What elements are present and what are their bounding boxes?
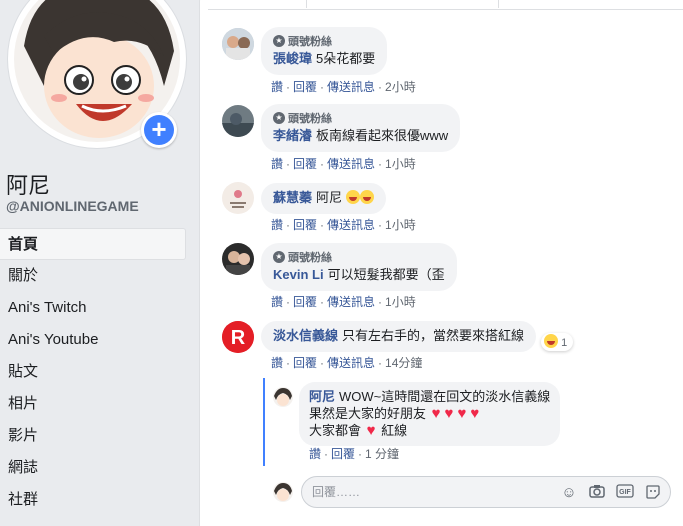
commenter-avatar[interactable] (222, 105, 254, 137)
like-link[interactable]: 讚 (271, 295, 283, 309)
post-action-bar (208, 0, 683, 10)
top-fan-badge: ★ 頭號粉絲 (273, 111, 448, 125)
comment-actions: 讚 · 回覆 · 傳送訊息 · 1小時 (271, 295, 416, 309)
top-fan-badge: ★ 頭號粉絲 (273, 250, 445, 264)
heart-icon: ♥ (366, 422, 376, 439)
comment-timestamp[interactable]: 1小時 (385, 218, 416, 232)
heart-icon: ♥ (444, 405, 454, 422)
comment-text: 板南線看起來很優www (316, 128, 449, 143)
reply-link[interactable]: 回覆 (293, 80, 317, 94)
comment-bubble: ★ 頭號粉絲 Kevin Li 可以短髮我都要（歪 (261, 243, 457, 291)
comment-text: 只有左右手的，當然要來搭紅線 (342, 328, 525, 343)
reply-link[interactable]: 回覆 (293, 295, 317, 309)
nav-item-community[interactable]: 社群 (0, 484, 186, 516)
reply-actions: 讚 · 回覆 · 1 分鐘 (309, 447, 400, 461)
like-link[interactable]: 讚 (271, 80, 283, 94)
reply-thread-line (263, 378, 265, 466)
reply-text-line3-end: 紅線 (381, 423, 408, 438)
laughing-emoji-icon (359, 190, 374, 204)
sticker-icon[interactable] (644, 484, 662, 502)
top-fan-badge: ★ 頭號粉絲 (273, 34, 375, 48)
nav-item-videos[interactable]: 影片 (0, 420, 186, 452)
comment-timestamp[interactable]: 1小時 (385, 157, 416, 171)
comment-actions: 讚 · 回覆 · 傳送訊息 · 14分鐘 (271, 356, 423, 370)
message-link[interactable]: 傳送訊息 (327, 356, 375, 370)
comment-author[interactable]: Kevin Li (273, 267, 324, 282)
commenter-avatar[interactable] (222, 182, 254, 214)
commenter-avatar[interactable] (222, 243, 254, 275)
reply-bubble: 阿尼 WOW~這時間還在回文的淡水信義線 果然是大家的好朋友 ♥ ♥ ♥ ♥ 大家都會 … (299, 382, 561, 446)
laughing-emoji-icon (345, 190, 360, 204)
reply-link[interactable]: 回覆 (331, 447, 355, 461)
like-link[interactable]: 讚 (309, 447, 321, 461)
commenter-avatar[interactable] (222, 28, 254, 60)
reply-timestamp[interactable]: 1 分鐘 (365, 447, 399, 461)
nav-item-about[interactable]: 關於 (0, 260, 186, 292)
like-link[interactable]: 讚 (271, 218, 283, 232)
star-badge-icon: ★ (273, 112, 285, 124)
nav-item-posts[interactable]: 貼文 (0, 356, 186, 388)
like-link[interactable]: 讚 (271, 157, 283, 171)
message-link[interactable]: 傳送訊息 (327, 218, 375, 232)
comment-bubble: ★ 頭號粉絲 李緒濬 板南線看起來很優www (261, 104, 461, 152)
message-link[interactable]: 傳送訊息 (327, 80, 375, 94)
comment-actions: 讚 · 回覆 · 傳送訊息 · 2小時 (271, 80, 416, 94)
reply-text-line1: WOW~這時間還在回文的淡水信義線 (339, 389, 551, 404)
reaction-count[interactable]: 1 (541, 333, 574, 351)
nav-item-home[interactable]: 首頁 (0, 228, 186, 260)
gif-icon[interactable]: GIF (616, 484, 634, 502)
svg-text:GIF: GIF (619, 489, 631, 496)
reply-link[interactable]: 回覆 (293, 356, 317, 370)
reply-text-line3: 大家都會 (309, 423, 362, 438)
page-nav: 首頁 關於 Ani's Twitch Ani's Youtube 貼文 相片 影… (0, 228, 186, 516)
reply-composer: ☺ GIF (301, 476, 671, 508)
reply-avatar[interactable] (273, 387, 293, 407)
app: + 阿尼 @ANIONLINEGAME 首頁 關於 Ani's Twitch A… (0, 0, 683, 526)
nav-item-youtube[interactable]: Ani's Youtube (0, 324, 186, 356)
svg-text:R: R (231, 327, 246, 349)
comment-bubble: 蘇慧蓁 阿尼 (261, 183, 386, 214)
reply-link[interactable]: 回覆 (293, 157, 317, 171)
reply-link[interactable]: 回覆 (293, 218, 317, 232)
like-link[interactable]: 讚 (271, 356, 283, 370)
page-handle[interactable]: @ANIONLINEGAME (6, 198, 139, 214)
comment-text: 阿尼 (316, 190, 343, 205)
comment-author[interactable]: 淡水信義線 (273, 328, 338, 343)
reply-text-line2: 果然是大家的好朋友 (309, 406, 427, 421)
laughing-emoji-icon (544, 334, 558, 348)
heart-icon: ♥ (457, 405, 467, 422)
nav-item-notes[interactable]: 網誌 (0, 452, 186, 484)
commenter-avatar[interactable]: R (222, 321, 254, 353)
message-link[interactable]: 傳送訊息 (327, 295, 375, 309)
comment-timestamp[interactable]: 2小時 (385, 80, 416, 94)
composer-avatar (273, 482, 293, 502)
heart-icon: ♥ (431, 405, 441, 422)
reply-author[interactable]: 阿尼 (309, 389, 335, 404)
comment-actions: 讚 · 回覆 · 傳送訊息 · 1小時 (271, 157, 416, 171)
message-link[interactable]: 傳送訊息 (327, 157, 375, 171)
comment-bubble: ★ 頭號粉絲 張峻瑋 5朵花都要 (261, 27, 388, 75)
reply-input[interactable] (312, 483, 552, 501)
add-photo-button[interactable]: + (141, 112, 177, 148)
page-name[interactable]: 阿尼 (6, 168, 50, 200)
star-badge-icon: ★ (273, 35, 285, 47)
comment-timestamp[interactable]: 14分鐘 (385, 356, 422, 370)
nav-item-photos[interactable]: 相片 (0, 388, 186, 420)
comment-author[interactable]: 李緒濬 (273, 128, 312, 143)
sidebar: + 阿尼 @ANIONLINEGAME 首頁 關於 Ani's Twitch A… (0, 0, 190, 526)
comment-bubble: 淡水信義線 只有左右手的，當然要來搭紅線 (261, 321, 537, 352)
star-badge-icon: ★ (273, 251, 285, 263)
comment-timestamp[interactable]: 1小時 (385, 295, 416, 309)
comment-actions: 讚 · 回覆 · 傳送訊息 · 1小時 (271, 218, 416, 232)
comment-author[interactable]: 蘇慧蓁 (273, 190, 312, 205)
smile-icon[interactable]: ☺ (560, 484, 578, 502)
comment-text: 可以短髮我都要（歪 (327, 267, 445, 282)
comment-author[interactable]: 張峻瑋 (273, 51, 312, 66)
plus-icon: + (144, 115, 174, 145)
nav-item-twitch[interactable]: Ani's Twitch (0, 292, 186, 324)
camera-icon[interactable] (588, 484, 606, 502)
heart-icon: ♥ (470, 405, 480, 422)
comment-text: 5朵花都要 (316, 51, 376, 66)
